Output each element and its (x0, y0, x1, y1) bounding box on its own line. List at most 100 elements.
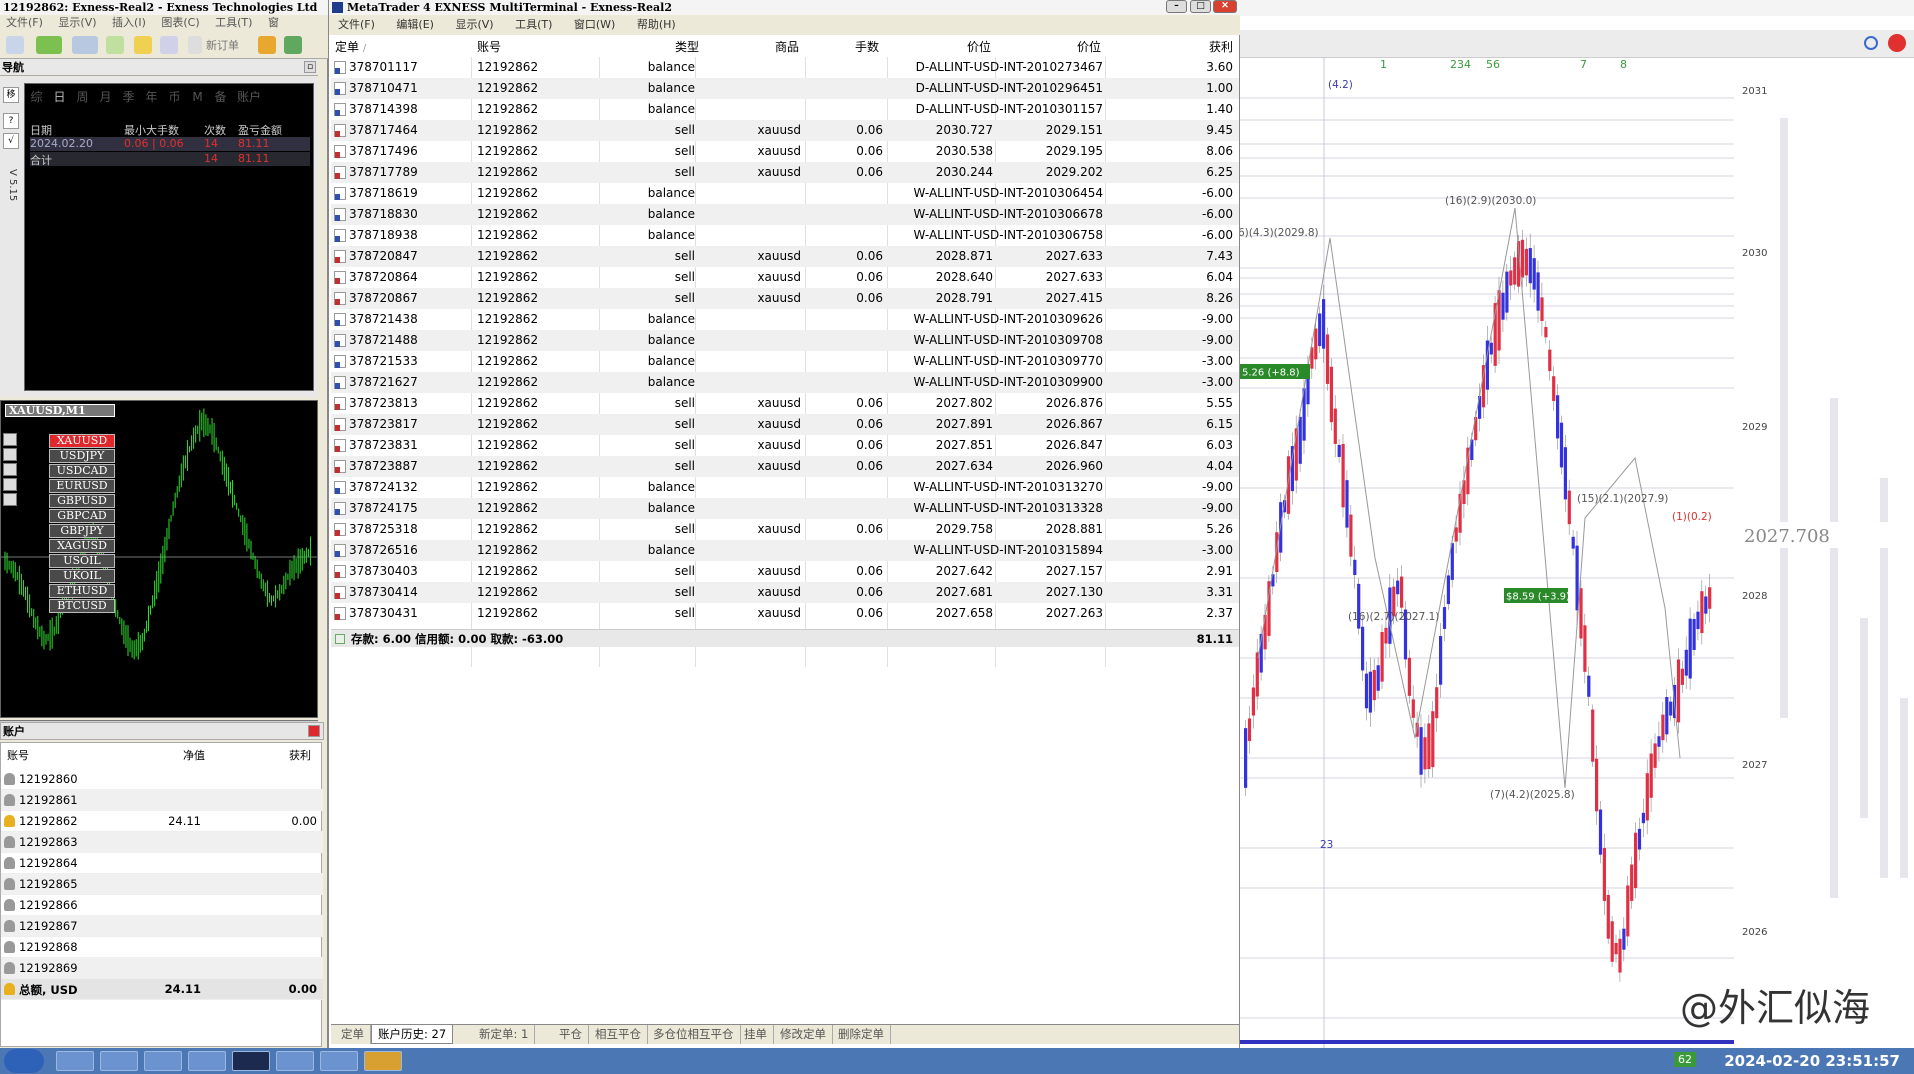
history-row[interactable]: 378730431 12192862 sell xauusd 0.06 2027.658 2… (331, 603, 1239, 624)
close-icon[interactable] (308, 725, 320, 737)
account-row[interactable]: 12192868 (1, 937, 323, 958)
symbol-button-gbpcad[interactable]: GBPCAD (49, 509, 115, 523)
account-row[interactable]: 12192866 (1, 895, 323, 916)
col-account[interactable]: 账号 (477, 37, 501, 57)
history-row[interactable]: 378717496 12192862 sell xauusd 0.06 2030.538 2… (331, 141, 1239, 162)
menu-tools[interactable]: 工具(T) (506, 18, 561, 31)
history-row[interactable]: 378721533 12192862 balance W-ALLINT-USD-INT… (331, 351, 1239, 372)
history-row[interactable]: 378714398 12192862 balance D-ALLINT-USD-INT… (331, 99, 1239, 120)
tab-month[interactable]: 月 (94, 88, 117, 105)
menu-window[interactable]: 窗口(W) (565, 18, 624, 31)
col-type[interactable]: 类型 (675, 37, 699, 57)
history-row[interactable]: 378726516 12192862 balance W-ALLINT-USD-INT… (331, 540, 1239, 561)
explorer-icon[interactable] (56, 1051, 94, 1071)
minimize-icon[interactable]: – (1166, 0, 1187, 13)
tab-account[interactable]: 账户 (232, 88, 266, 105)
history-row[interactable]: 378720847 12192862 sell xauusd 0.06 2028.871 2… (331, 246, 1239, 267)
tab-note[interactable]: 备 (209, 88, 232, 105)
history-row[interactable]: 378730403 12192862 sell xauusd 0.06 2027.642 2… (331, 561, 1239, 582)
refresh-icon[interactable] (106, 36, 124, 54)
account-row[interactable]: 12192860 (1, 769, 323, 790)
symbol-button-eurusd[interactable]: EURUSD (49, 479, 115, 493)
menu-tools[interactable]: 工具(T) (209, 16, 258, 29)
history-row[interactable]: 378718938 12192862 balance W-ALLINT-USD-INT… (331, 225, 1239, 246)
terminal-tab[interactable]: 挂单 (738, 1025, 774, 1044)
col-profit[interactable]: 获利 (1209, 37, 1233, 57)
history-row[interactable]: 378721488 12192862 balance W-ALLINT-USD-INT… (331, 330, 1239, 351)
history-row[interactable]: 378718619 12192862 balance W-ALLINT-USD-INT… (331, 183, 1239, 204)
mt4-icon[interactable] (232, 1051, 270, 1071)
windows-start-icon[interactable] (4, 1049, 44, 1073)
symbol-button-ukoil[interactable]: UKOIL (49, 569, 115, 583)
history-row[interactable]: 378724175 12192862 balance W-ALLINT-USD-INT… (331, 498, 1239, 519)
menu-help[interactable]: 帮助(H) (628, 18, 685, 31)
tray-badge[interactable]: 62 (1674, 1052, 1696, 1067)
history-row[interactable]: 378720864 12192862 sell xauusd 0.06 2028.640 2… (331, 267, 1239, 288)
history-row[interactable]: 378721438 12192862 balance W-ALLINT-USD-INT… (331, 309, 1239, 330)
tab-quarter[interactable]: 季 (117, 88, 140, 105)
window-icon[interactable] (160, 36, 178, 54)
symbol-button-xagusd[interactable]: XAGUSD (49, 539, 115, 553)
tab-m[interactable]: M (186, 90, 209, 104)
symbol-button-gbpusd[interactable]: GBPUSD (49, 494, 115, 508)
history-row[interactable]: 378701117 12192862 balance D-ALLINT-USD-INT… (331, 57, 1239, 78)
maximize-icon[interactable]: □ (1190, 0, 1211, 13)
square-icon[interactable] (3, 448, 17, 461)
tab-day[interactable]: 日 (48, 88, 71, 105)
menu-insert[interactable]: 插入(I) (106, 16, 152, 29)
col-lots[interactable]: 手数 (855, 37, 879, 57)
account-row[interactable]: 12192869 (1, 958, 323, 979)
col-close-price[interactable]: 价位 (1077, 37, 1101, 57)
close-icon[interactable] (3, 433, 17, 446)
new-order-icon[interactable] (188, 36, 202, 54)
history-row[interactable]: 378721627 12192862 balance W-ALLINT-USD-INT… (331, 372, 1239, 393)
window-icon[interactable] (276, 1051, 314, 1071)
history-row[interactable]: 378710471 12192862 balance D-ALLINT-USD-INT… (331, 78, 1239, 99)
terminal-tab[interactable]: 账户历史: 27 (371, 1025, 454, 1044)
col-symbol[interactable]: 商品 (775, 37, 799, 57)
symbol-button-ethusd[interactable]: ETHUSD (49, 584, 115, 598)
browser-icon[interactable] (100, 1051, 138, 1071)
symbol-button-xauusd[interactable]: XAUUSD (49, 434, 115, 448)
col-order[interactable]: 定单 / (335, 37, 366, 57)
menu-file[interactable]: 文件(F) (0, 16, 49, 29)
tool-icon[interactable] (364, 1051, 402, 1071)
new-order-label[interactable]: 新订单 (206, 37, 239, 53)
symbol-button-usdcad[interactable]: USDCAD (49, 464, 115, 478)
close-icon[interactable]: ✕ (1213, 0, 1237, 13)
terminal-tab[interactable]: 相互平仓 (589, 1025, 648, 1044)
menu-chart[interactable]: 图表(C) (155, 16, 205, 29)
new-chart-icon[interactable] (36, 36, 62, 54)
notification-icon[interactable] (1888, 34, 1906, 52)
account-row[interactable]: 12192862 24.11 0.00 (1, 811, 323, 832)
terminal-tab[interactable]: 多仓位相互平仓 (647, 1025, 741, 1044)
folder-icon[interactable] (320, 1051, 358, 1071)
account-row[interactable]: 12192867 (1, 916, 323, 937)
terminal-tab[interactable]: 删除定单 (832, 1025, 891, 1044)
account-row[interactable]: 12192861 (1, 790, 323, 811)
tab-currency[interactable]: 币 (163, 88, 186, 105)
favorites-icon[interactable] (134, 36, 152, 54)
mini-chart[interactable]: XAUUSD,M1 XAUUSD USDJPY USDCAD EURUSD GBPUSD… (0, 400, 318, 718)
terminal-tab[interactable]: 平仓 (553, 1025, 589, 1044)
terminal-tab[interactable]: 新定单: 1 (473, 1025, 536, 1044)
history-row[interactable]: 378723817 12192862 sell xauusd 0.06 2027.891 2… (331, 414, 1239, 435)
close-icon[interactable]: ▫ (304, 61, 316, 73)
history-row[interactable]: 378723887 12192862 sell xauusd 0.06 2027.634 2… (331, 456, 1239, 477)
check-icon[interactable]: √ (3, 133, 19, 149)
profiles-icon[interactable] (72, 36, 98, 54)
expert-icon[interactable] (258, 36, 276, 54)
account-row[interactable]: 12192865 (1, 874, 323, 895)
terminal-tab[interactable]: 修改定单 (774, 1025, 833, 1044)
zoom-icon[interactable] (6, 36, 24, 54)
menu-edit[interactable]: 编辑(E) (387, 18, 443, 31)
menu-view[interactable]: 显示(V) (52, 16, 102, 29)
history-row[interactable]: 378730414 12192862 sell xauusd 0.06 2027.681 2… (331, 582, 1239, 603)
help-icon[interactable]: ? (3, 113, 19, 129)
tab-all[interactable]: 综 (25, 88, 48, 105)
trendline-icon[interactable] (3, 493, 17, 506)
menu-file[interactable]: 文件(F) (329, 18, 384, 31)
tab-year[interactable]: 年 (140, 88, 163, 105)
app-icon[interactable] (188, 1051, 226, 1071)
account-row[interactable]: 12192864 (1, 853, 323, 874)
